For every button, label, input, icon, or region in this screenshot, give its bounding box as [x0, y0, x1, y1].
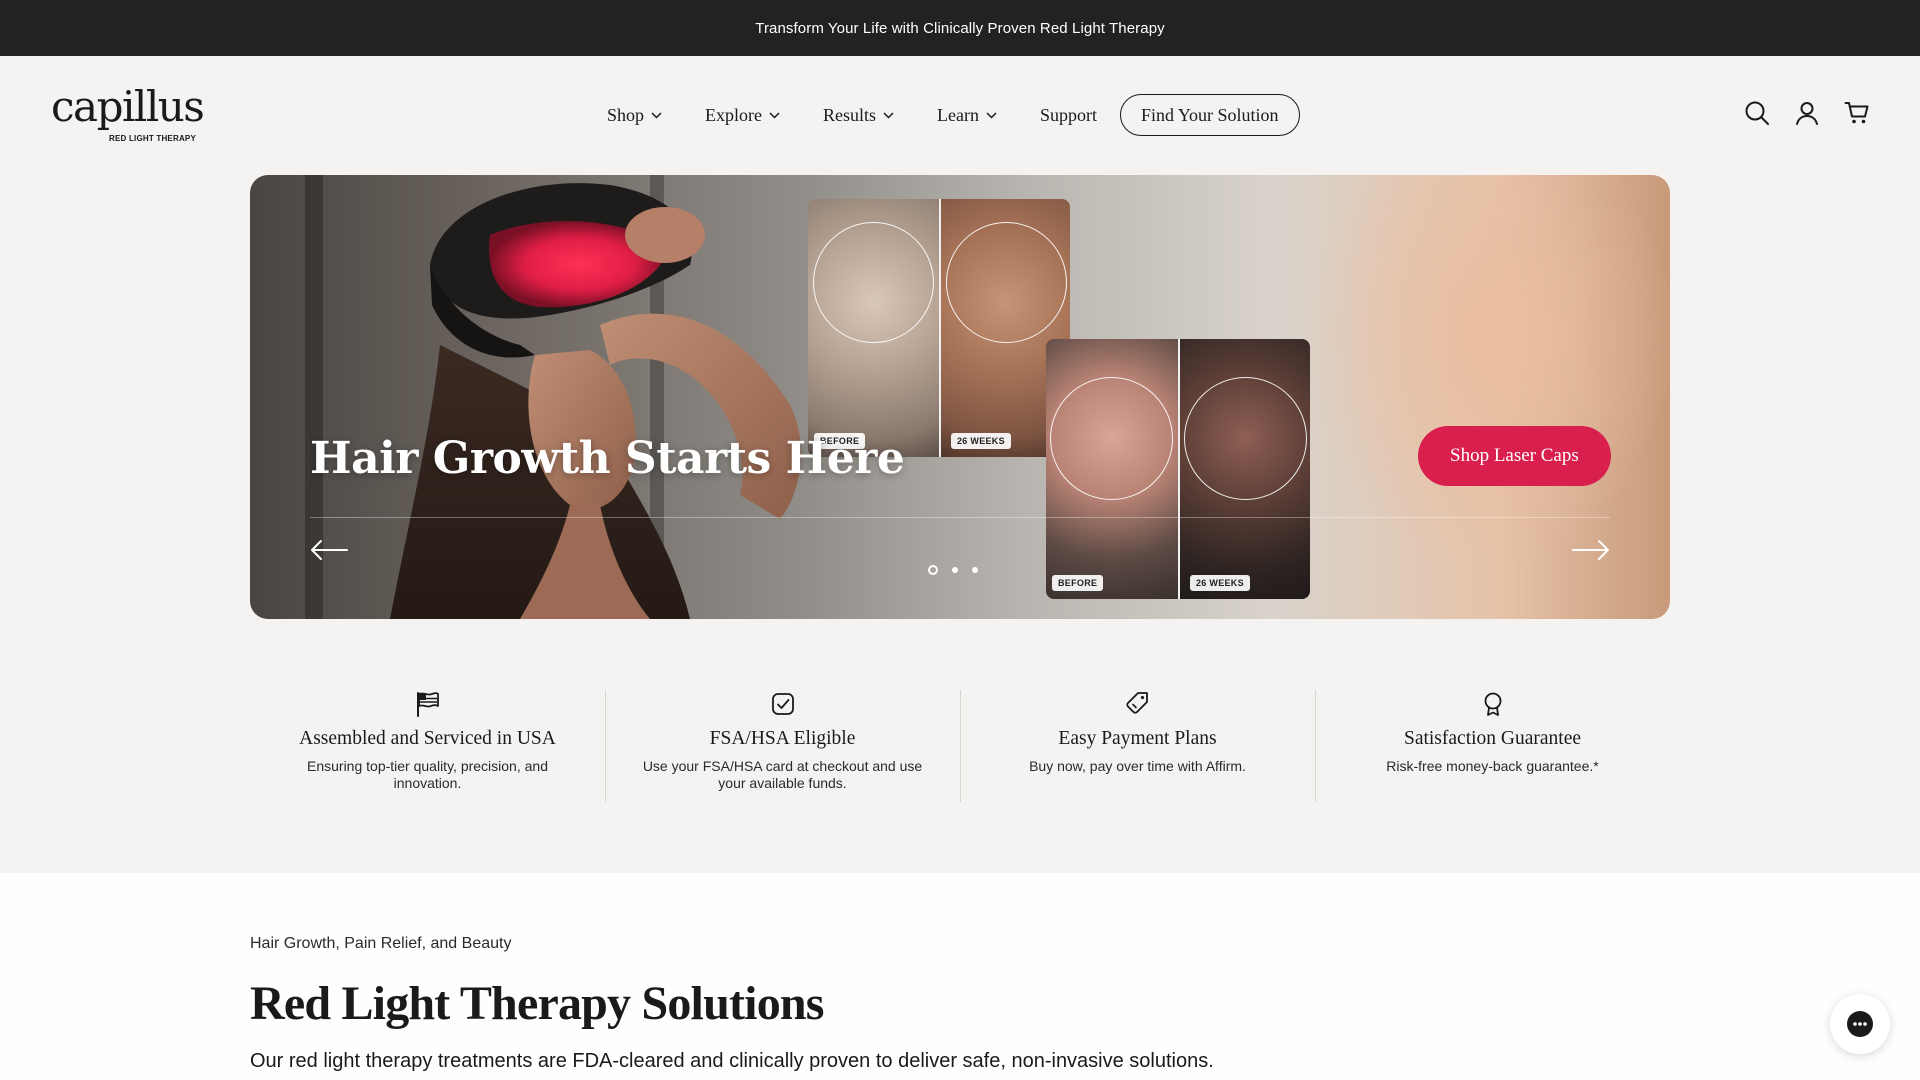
nav-item-results[interactable]: Results [823, 105, 894, 126]
find-your-solution-button[interactable]: Find Your Solution [1120, 94, 1300, 136]
section-description: Our red light therapy treatments are FDA… [250, 1050, 1214, 1072]
after-photo: 26 WEEKS [1178, 339, 1310, 599]
chevron-down-icon [769, 111, 780, 119]
award-icon [1484, 692, 1501, 716]
feature-description: Buy now, pay over time with Affirm. [1029, 758, 1246, 774]
solutions-section: Hair Growth, Pain Relief, and Beauty Red… [0, 873, 1920, 1080]
scalp-highlight-circle [946, 222, 1067, 343]
chat-launcher-button[interactable] [1830, 994, 1890, 1054]
after-label: 26 WEEKS [951, 433, 1011, 449]
shop-laser-caps-button[interactable]: Shop Laser Caps [1418, 426, 1611, 486]
nav-item-learn[interactable]: Learn [937, 105, 997, 126]
prev-slide-arrow-icon[interactable] [310, 539, 348, 561]
hero-divider [310, 517, 1610, 518]
chevron-down-icon [651, 111, 662, 119]
flag-icon [416, 692, 439, 717]
announcement-bar: Transform Your Life with Clinically Prov… [0, 0, 1920, 56]
cart-icon[interactable] [1844, 100, 1870, 126]
nav-label: Shop [607, 104, 645, 125]
feature-title: FSA/HSA Eligible [709, 728, 856, 749]
main-nav: Shop Explore Results Learn Support Find … [607, 94, 1300, 136]
before-photo: BEFORE [808, 199, 939, 457]
carousel-dot[interactable] [972, 567, 978, 573]
before-label: BEFORE [1052, 575, 1104, 591]
feature-description: Risk-free money-back guarantee.* [1386, 758, 1599, 774]
feature-description: Ensuring top-tier quality, precision, an… [307, 758, 548, 791]
nav-item-support[interactable]: Support [1040, 105, 1097, 126]
carousel-pagination [928, 565, 978, 575]
after-label: 26 WEEKS [1190, 575, 1250, 591]
feature-title: Satisfaction Guarantee [1403, 728, 1582, 749]
tag-icon [1125, 692, 1148, 714]
feature-item: FSA/HSA Eligible Use your FSA/HSA card a… [605, 688, 960, 804]
before-photo: BEFORE [1046, 339, 1178, 599]
features-row: Assembled and Serviced in USA Ensuring t… [250, 688, 1670, 804]
feature-item: Assembled and Serviced in USA Ensuring t… [250, 688, 605, 804]
section-title: Red Light Therapy Solutions [250, 977, 824, 1030]
chat-icon [1847, 1011, 1873, 1037]
logo[interactable]: capillus RED LIGHT THERAPY [51, 82, 205, 144]
hero-model-image [390, 183, 801, 619]
next-slide-arrow-icon[interactable] [1572, 539, 1610, 561]
nav-label: Learn [937, 104, 979, 125]
nav-label: Support [1039, 104, 1097, 125]
carousel-dot[interactable] [952, 567, 958, 573]
hero-title: Hair Growth Starts Here [310, 433, 905, 484]
nav-label: Explore [705, 104, 762, 125]
before-after-comparison-male: BEFORE 26 WEEKS [1046, 339, 1310, 599]
site-header: capillus RED LIGHT THERAPY Shop Explore … [0, 56, 1920, 174]
nav-item-explore[interactable]: Explore [705, 105, 780, 126]
header-actions [1744, 100, 1870, 126]
feature-item: Satisfaction Guarantee Risk-free money-b… [1315, 688, 1670, 804]
logo-wordmark: capillus [51, 82, 205, 131]
scalp-highlight-circle [813, 222, 934, 343]
section-eyebrow: Hair Growth, Pain Relief, and Beauty [250, 935, 512, 952]
logo-tagline: RED LIGHT THERAPY [109, 134, 196, 143]
checkbox-icon [771, 693, 794, 715]
chevron-down-icon [986, 111, 997, 119]
nav-item-shop[interactable]: Shop [607, 105, 662, 126]
feature-description: Use your FSA/HSA card at checkout and us… [642, 758, 923, 791]
carousel-dot[interactable] [928, 565, 938, 575]
before-after-comparison-female: BEFORE 26 WEEKS [808, 199, 1070, 457]
account-icon[interactable] [1794, 100, 1820, 126]
feature-item: Easy Payment Plans Buy now, pay over tim… [960, 688, 1315, 804]
chevron-down-icon [883, 111, 894, 119]
nav-label: Results [823, 104, 877, 125]
scalp-highlight-circle [1184, 377, 1307, 500]
feature-title: Assembled and Serviced in USA [299, 728, 556, 749]
feature-title: Easy Payment Plans [1058, 728, 1217, 749]
search-icon[interactable] [1744, 100, 1770, 126]
hero-carousel: BEFORE 26 WEEKS BEFORE 26 WEEKS Hair Gro… [250, 175, 1670, 619]
announcement-text: Transform Your Life with Clinically Prov… [755, 19, 1165, 37]
scalp-highlight-circle [1050, 377, 1173, 500]
